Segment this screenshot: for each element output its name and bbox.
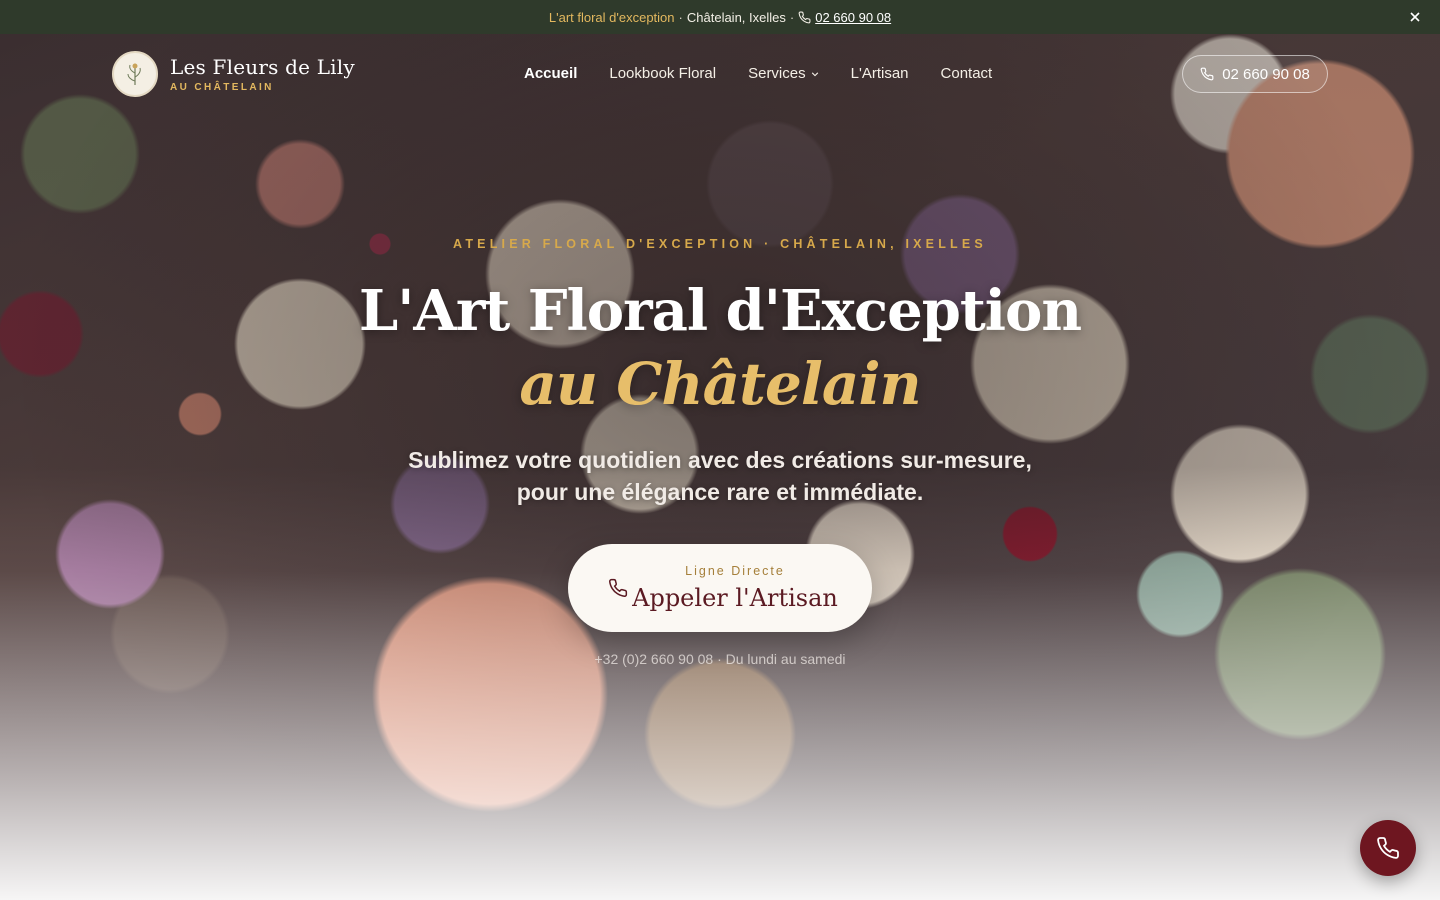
- hero-title-accent: au Châtelain: [519, 350, 921, 418]
- floating-call-button[interactable]: [1360, 820, 1416, 876]
- nav-item-contact[interactable]: Contact: [941, 65, 993, 82]
- announcement-phone-link[interactable]: 02 660 90 08: [815, 10, 891, 25]
- announcement-location: Châtelain, Ixelles: [686, 9, 786, 25]
- phone-icon: [1200, 67, 1214, 81]
- nav-item-lookbook[interactable]: Lookbook Floral: [609, 65, 716, 82]
- announcement-separator: ·: [678, 9, 683, 25]
- announcement-bar: L'art floral d'exception · Châtelain, Ix…: [0, 0, 1440, 34]
- nav-item-artisan[interactable]: L'Artisan: [851, 65, 909, 82]
- hero-subtitle: Sublimez votre quotidien avec des créati…: [0, 444, 1440, 508]
- call-artisan-button[interactable]: Ligne Directe Appeler l'Artisan: [568, 544, 872, 632]
- nav-item-accueil[interactable]: Accueil: [524, 65, 577, 82]
- brand-name: Les Fleurs de Lily: [170, 55, 355, 79]
- cta-note: +32 (0)2 660 90 08 · Du lundi au samedi: [594, 651, 846, 667]
- announcement-separator-2: ·: [789, 9, 795, 25]
- announcement-tagline: L'art floral d'exception: [548, 9, 675, 25]
- hero-subtitle-line-1: Sublimez votre quotidien avec des créati…: [408, 447, 1032, 473]
- site-header: Les Fleurs de Lily AU CHÂTELAIN Accueil …: [0, 34, 1440, 114]
- cta-label: Appeler l'Artisan: [632, 584, 838, 612]
- hero-subtitle-line-2: pour une élégance rare et immédiate.: [516, 479, 924, 505]
- nav-item-services-label: Services: [748, 65, 806, 82]
- brand-logo[interactable]: Les Fleurs de Lily AU CHÂTELAIN: [112, 51, 355, 97]
- hero-title: L'Art Floral d'Exception: [358, 278, 1082, 344]
- header-phone-label: 02 660 90 08: [1222, 65, 1310, 83]
- chevron-down-icon: [811, 71, 818, 76]
- logo-emblem-icon: [112, 51, 158, 97]
- header-phone-button[interactable]: 02 660 90 08: [1182, 55, 1328, 93]
- nav-item-services[interactable]: Services: [748, 65, 819, 82]
- main-nav: Accueil Lookbook Floral Services L'Artis…: [524, 65, 992, 82]
- hero-eyebrow: ATELIER FLORAL D'EXCEPTION · CHÂTELAIN, …: [453, 237, 987, 251]
- phone-icon: [798, 11, 811, 24]
- brand-subtitle: AU CHÂTELAIN: [170, 82, 274, 93]
- phone-icon: [1377, 837, 1399, 859]
- close-icon[interactable]: [1406, 8, 1424, 26]
- cta-kicker: Ligne Directe: [685, 564, 785, 578]
